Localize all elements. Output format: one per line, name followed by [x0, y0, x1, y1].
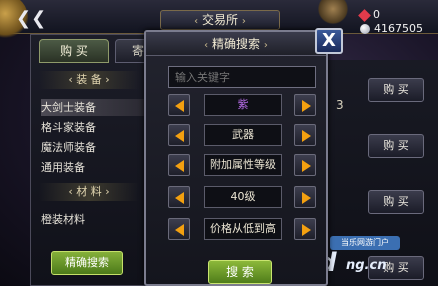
triangle-right-icon: [302, 160, 311, 172]
gem-count: 0: [373, 8, 380, 21]
back-button[interactable]: ❮❮: [16, 8, 46, 30]
attribute-next-button[interactable]: [294, 154, 316, 176]
material-section-header: ‹ 材 料 ›: [39, 183, 139, 201]
sidebar-item-general[interactable]: 通用装备: [41, 159, 145, 176]
level-prev-button[interactable]: [168, 186, 190, 208]
coin-icon: [360, 24, 370, 34]
attribute-value: 附加属性等级: [204, 154, 282, 176]
title-arrow-right: ›: [241, 16, 246, 27]
sidebar-item-greatsword[interactable]: 大剑士装备: [41, 99, 145, 116]
triangle-right-icon: [302, 192, 311, 204]
buy-button-1[interactable]: 购 买: [368, 78, 424, 102]
title-arrow-left: ‹: [194, 16, 199, 27]
triangle-left-icon: [175, 224, 184, 236]
watermark-site-name: 当乐网游门户: [330, 236, 400, 250]
quality-filter: 紫: [168, 94, 318, 118]
dialog-arrow-left: ‹: [204, 40, 209, 51]
level-filter: 40级: [168, 186, 318, 210]
dialog-title-text: 精确搜索: [211, 37, 260, 51]
ornament-right: [318, 0, 348, 24]
listing-number: 3: [336, 98, 344, 112]
attribute-filter: 附加属性等级: [168, 154, 318, 178]
triangle-right-icon: [302, 130, 311, 142]
type-next-button[interactable]: [294, 124, 316, 146]
top-bar: ❮❮ ‹ 交易所 › 0 4167505: [0, 0, 438, 40]
level-next-button[interactable]: [294, 186, 316, 208]
buy-button-3[interactable]: 购 买: [368, 190, 424, 214]
watermark: 当乐网游门户 d ng.cn: [318, 236, 438, 286]
tab-buy[interactable]: 购 买: [39, 39, 109, 63]
sort-next-button[interactable]: [294, 218, 316, 240]
sidebar-item-mage[interactable]: 魔法师装备: [41, 139, 145, 156]
triangle-left-icon: [175, 100, 184, 112]
type-filter: 武器: [168, 124, 318, 148]
page-title-text: 交易所: [201, 13, 238, 27]
triangle-left-icon: [175, 160, 184, 172]
gem-icon: [358, 8, 371, 22]
equipment-section-header: ‹ 装 备 ›: [39, 71, 139, 89]
keyword-input[interactable]: [168, 66, 316, 88]
gem-row: 0: [358, 8, 423, 22]
precise-search-dialog: ‹ 精确搜索 › 紫 武器 附加属性等级 40级 价格从低到高: [144, 30, 328, 286]
close-icon[interactable]: X: [315, 28, 343, 54]
level-value: 40级: [204, 186, 282, 208]
quality-next-button[interactable]: [294, 94, 316, 116]
triangle-right-icon: [302, 100, 311, 112]
quality-prev-button[interactable]: [168, 94, 190, 116]
buy-button-2[interactable]: 购 买: [368, 134, 424, 158]
triangle-left-icon: [175, 192, 184, 204]
type-value: 武器: [204, 124, 282, 146]
coin-row: 4167505: [360, 22, 423, 36]
category-sidebar: 购 买 寄 ‹ 装 备 › 大剑士装备 格斗家装备 魔法师装备 通用装备 ‹ 材…: [30, 34, 165, 286]
page-title: ‹ 交易所 ›: [160, 10, 280, 30]
triangle-left-icon: [175, 130, 184, 142]
triangle-right-icon: [302, 224, 311, 236]
sort-prev-button[interactable]: [168, 218, 190, 240]
currency-panel: 0 4167505: [358, 8, 423, 36]
sidebar-item-fighter[interactable]: 格斗家装备: [41, 119, 145, 136]
type-prev-button[interactable]: [168, 124, 190, 146]
game-screen: ❮❮ ‹ 交易所 › 0 4167505 购 买 寄 ‹ 装 备 › 大剑士装备…: [0, 0, 438, 286]
sort-value: 价格从低到高: [204, 218, 282, 240]
sort-filter: 价格从低到高: [168, 218, 318, 242]
watermark-url: ng.cn: [346, 258, 387, 273]
dialog-arrow-right: ›: [263, 40, 268, 51]
search-button[interactable]: 搜 索: [208, 260, 272, 284]
quality-value: 紫: [204, 94, 282, 116]
precise-search-button[interactable]: 精确搜索: [51, 251, 123, 275]
coin-count: 4167505: [374, 22, 423, 35]
sidebar-item-orange-material[interactable]: 橙装材料: [41, 211, 145, 228]
dialog-title: ‹ 精确搜索 ›: [146, 32, 326, 56]
attribute-prev-button[interactable]: [168, 154, 190, 176]
